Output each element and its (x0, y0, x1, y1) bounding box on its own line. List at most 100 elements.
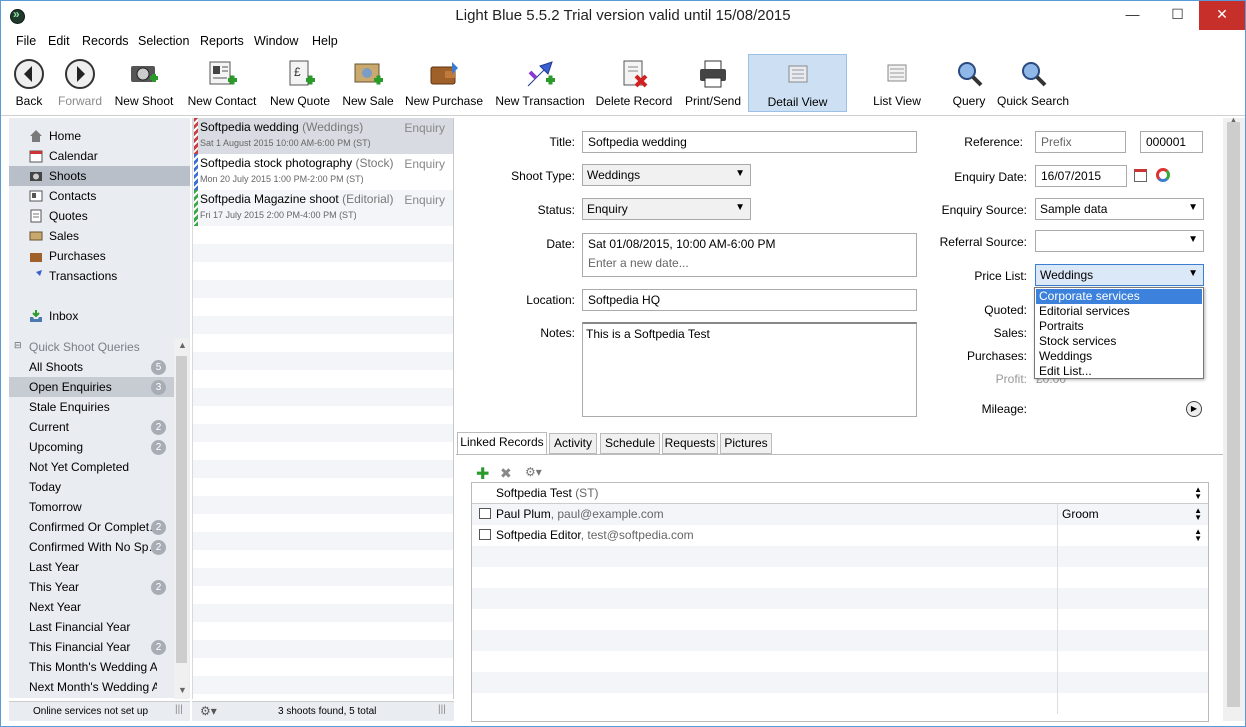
price-list-option[interactable]: Corporate services (1036, 289, 1202, 304)
query-item[interactable]: Tomorrow (9, 497, 174, 517)
sidebar-item-contacts[interactable]: Contacts (9, 186, 190, 206)
new-purchase-button[interactable]: New Purchase (403, 54, 485, 112)
linked-record-row[interactable]: Softpedia Editor, test@softpedia.com ▲ ▼ (472, 525, 1208, 546)
gear-menu-icon[interactable]: ⚙▾ (200, 704, 217, 718)
query-item[interactable]: Next Year (9, 597, 174, 617)
new-quote-button[interactable]: £ New Quote (266, 54, 334, 112)
notes-textarea[interactable]: This is a Softpedia Test (582, 322, 917, 417)
query-item[interactable]: This Financial Year 2 (9, 637, 174, 657)
query-item[interactable]: Not Yet Completed (9, 457, 174, 477)
menu-window[interactable]: Window (254, 34, 298, 48)
menu-records[interactable]: Records (82, 34, 129, 48)
sidebar-item-calendar[interactable]: Calendar (9, 146, 190, 166)
query-item[interactable]: Stale Enquiries (9, 397, 174, 417)
sidebar-scrollbar[interactable]: ▲ ▼ (174, 338, 189, 699)
menu-help[interactable]: Help (312, 34, 338, 48)
reference-number-input[interactable]: 000001 (1140, 131, 1203, 153)
tab-activity[interactable]: Activity (549, 433, 597, 454)
query-item[interactable]: Confirmed With No Sp… 2 (9, 537, 174, 557)
maximize-button[interactable]: ☐ (1155, 1, 1200, 30)
tab-linked-records[interactable]: Linked Records (457, 432, 547, 455)
query-item[interactable]: Next Month's Wedding A… (9, 677, 174, 697)
record-row[interactable]: Softpedia wedding (Weddings) Enquiry Sat 1… (193, 118, 453, 154)
reference-prefix-input[interactable]: Prefix (1035, 131, 1126, 153)
price-list-option[interactable]: Weddings (1036, 349, 1202, 364)
status-select[interactable]: Enquiry ▼ (582, 198, 751, 220)
sidebar-item-purchases[interactable]: Purchases (9, 246, 190, 266)
price-list-select[interactable]: Weddings ▼ (1035, 264, 1204, 286)
query-item[interactable]: Upcoming 2 (9, 437, 174, 457)
quick-shoot-queries-header[interactable]: ⊟ Quick Shoot Queries (9, 337, 190, 357)
sidebar-item-transactions[interactable]: Transactions (9, 266, 190, 286)
print-send-button[interactable]: Print/Send (682, 54, 744, 112)
menu-file[interactable]: File (16, 34, 36, 48)
new-contact-button[interactable]: New Contact (184, 54, 260, 112)
forward-button[interactable]: Forward (54, 54, 106, 112)
date-field[interactable]: Sat 01/08/2015, 10:00 AM-6:00 PM Enter a… (582, 233, 917, 277)
price-list-option[interactable]: Edit List... (1036, 364, 1202, 379)
query-item[interactable]: Confirmed Or Complet… 2 (9, 517, 174, 537)
sidebar-item-shoots[interactable]: Shoots (9, 166, 190, 186)
remove-link-icon[interactable]: ✖ (500, 465, 512, 482)
detail-scrollbar[interactable]: ▲ (1223, 115, 1245, 721)
sidebar-item-home[interactable]: Home (9, 126, 190, 146)
menu-edit[interactable]: Edit (48, 34, 70, 48)
query-item[interactable]: This Month's Wedding An… (9, 657, 174, 677)
resize-grip-icon[interactable]: ||| (175, 704, 183, 715)
tab-pictures[interactable]: Pictures (720, 433, 772, 454)
refresh-date-icon[interactable] (1156, 168, 1170, 182)
tab-requests[interactable]: Requests (662, 433, 718, 454)
quick-search-button[interactable]: Quick Search (996, 54, 1070, 112)
referral-source-select[interactable]: ▼ (1035, 230, 1204, 252)
scroll-thumb[interactable] (1227, 122, 1240, 707)
enquiry-source-select[interactable]: Sample data ▼ (1035, 198, 1204, 220)
back-button[interactable]: Back (7, 54, 51, 112)
scroll-up-icon[interactable]: ▲ (178, 340, 187, 350)
title-input[interactable]: Softpedia wedding (582, 131, 917, 153)
query-item[interactable]: Current 2 (9, 417, 174, 437)
list-view-button[interactable]: List View (867, 54, 927, 112)
new-date-input[interactable]: Enter a new date... (588, 256, 911, 270)
delete-record-button[interactable]: Delete Record (594, 54, 674, 112)
new-transaction-button[interactable]: New Transaction (492, 54, 588, 112)
mileage-play-icon[interactable]: ▶ (1186, 401, 1202, 417)
minimize-button[interactable]: — (1110, 1, 1155, 30)
sidebar-item-sales[interactable]: Sales (9, 226, 190, 246)
location-input[interactable]: Softpedia HQ (582, 289, 917, 311)
add-link-icon[interactable]: ✚ (476, 464, 489, 484)
sort-icon[interactable]: ▲ ▼ (1194, 486, 1202, 501)
linked-role-select[interactable]: Groom (1062, 507, 1099, 521)
sidebar-item-inbox[interactable]: Inbox (9, 306, 190, 326)
price-list-option[interactable]: Editorial services (1036, 304, 1202, 319)
resize-grip-icon[interactable]: ||| (438, 704, 446, 715)
scroll-thumb[interactable] (176, 356, 187, 663)
linked-record-row[interactable]: Paul Plum, paul@example.com Groom ▲ ▼ (472, 504, 1208, 525)
calendar-picker-icon[interactable] (1134, 169, 1147, 182)
sidebar-item-quotes[interactable]: Quotes (9, 206, 190, 226)
shoot-type-select[interactable]: Weddings ▼ (582, 164, 751, 186)
query-item[interactable]: Open Enquiries 3 (9, 377, 174, 397)
record-row[interactable]: Softpedia stock photography (Stock) Enqui… (193, 154, 453, 190)
detail-view-button[interactable]: Detail View (748, 54, 847, 112)
new-shoot-button[interactable]: New Shoot (111, 54, 177, 112)
query-item[interactable]: Today (9, 477, 174, 497)
query-item[interactable]: All Shoots 5 (9, 357, 174, 377)
query-button[interactable]: Query (948, 54, 990, 112)
gear-menu-icon[interactable]: ⚙▾ (525, 465, 542, 479)
menu-selection[interactable]: Selection (138, 34, 189, 48)
linked-group-header[interactable]: Softpedia Test (ST) ▲ ▼ (472, 483, 1208, 504)
role-stepper-icon[interactable]: ▲ ▼ (1194, 528, 1202, 543)
record-row[interactable]: Softpedia Magazine shoot (Editorial) Enqu… (193, 190, 453, 226)
menu-reports[interactable]: Reports (200, 34, 244, 48)
price-list-option[interactable]: Portraits (1036, 319, 1202, 334)
tab-schedule[interactable]: Schedule (600, 433, 660, 454)
role-stepper-icon[interactable]: ▲ ▼ (1194, 507, 1202, 522)
new-sale-button[interactable]: New Sale (339, 54, 397, 112)
scroll-down-icon[interactable]: ▼ (178, 685, 187, 695)
query-item[interactable]: This Year 2 (9, 577, 174, 597)
enquiry-date-input[interactable]: 16/07/2015 (1035, 165, 1127, 187)
query-item[interactable]: Last Financial Year (9, 617, 174, 637)
price-list-option[interactable]: Stock services (1036, 334, 1202, 349)
query-item[interactable]: Last Year (9, 557, 174, 577)
close-button[interactable]: ✕ (1199, 1, 1245, 30)
